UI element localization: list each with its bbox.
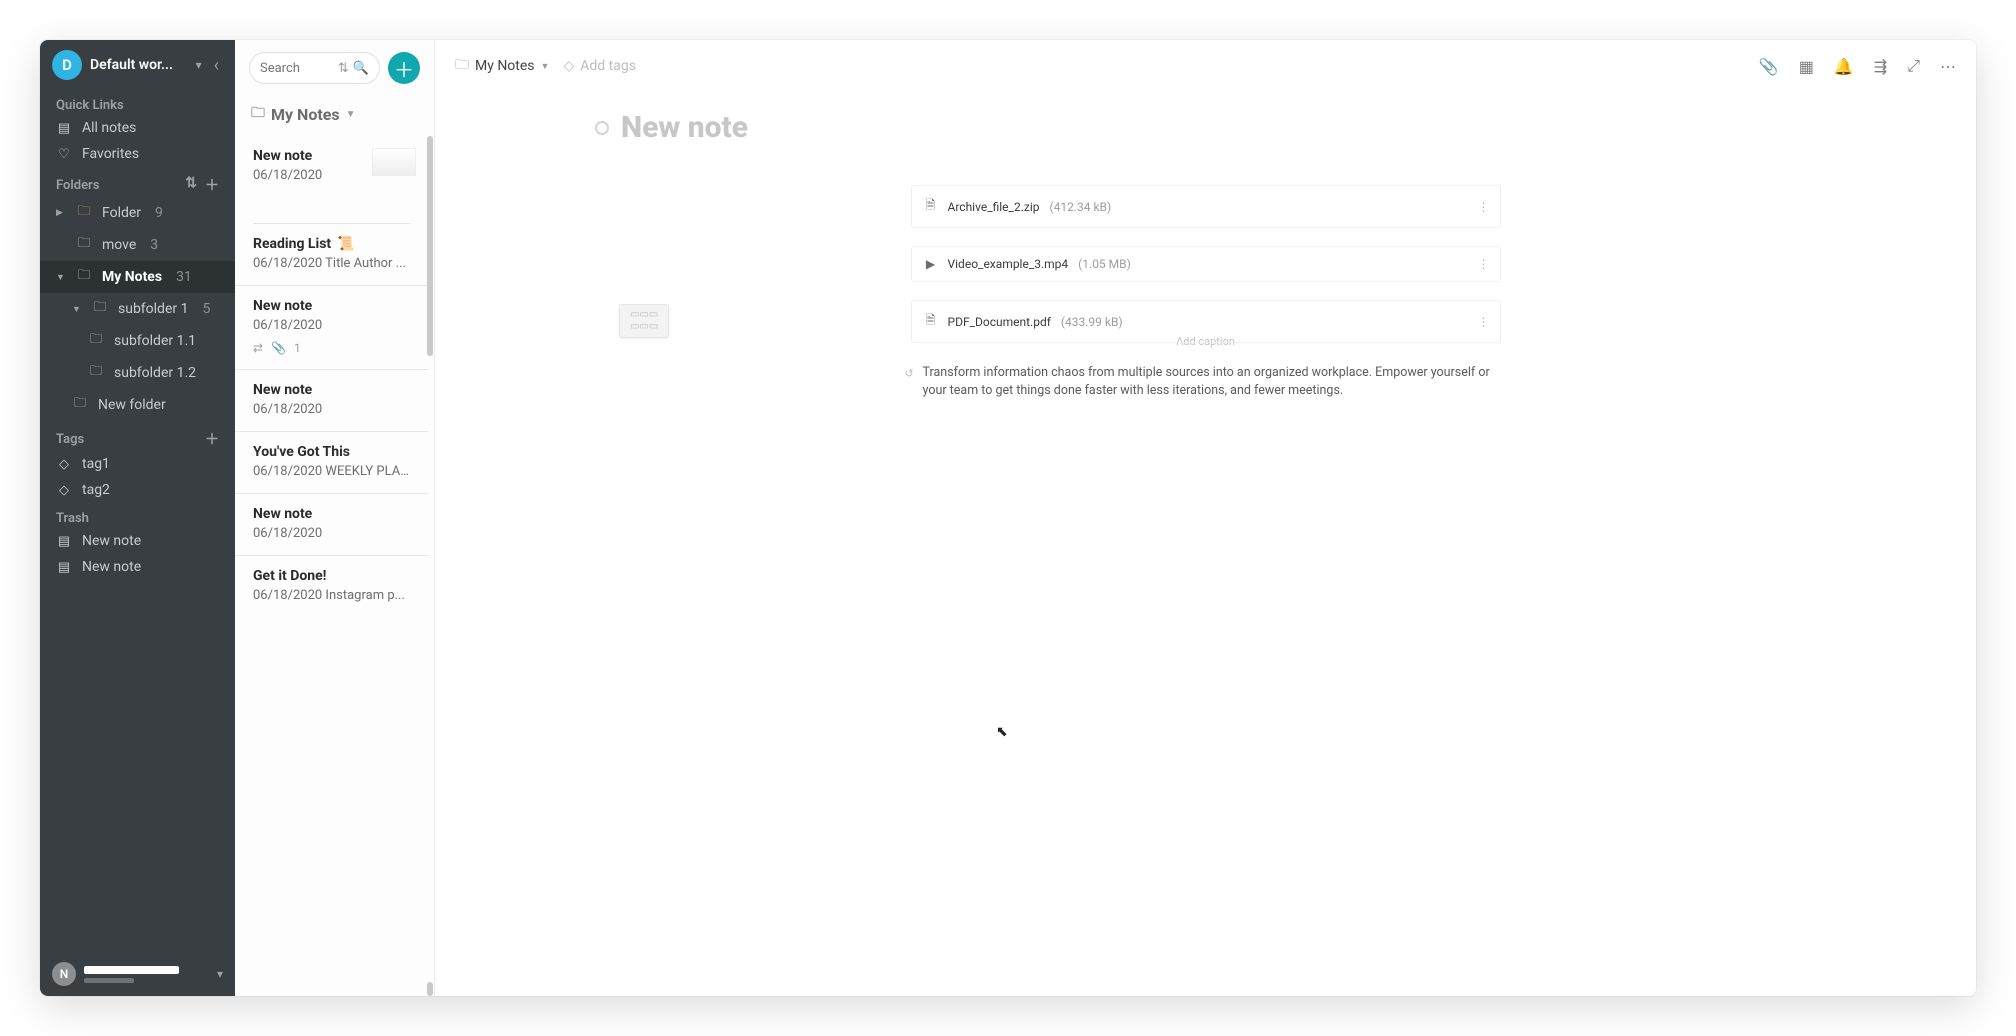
- folder-item-move[interactable]: 🗀 move 3: [40, 229, 235, 261]
- folder-icon: 🗀: [455, 54, 469, 78]
- editor-panel: 🗀 My Notes ▼ ◇ Add tags 📎 ▦ 🔔 ⇶ ⤢ ⋯ New …: [435, 40, 1976, 996]
- note-icon: ▤: [56, 560, 72, 575]
- sidebar-collapse-icon[interactable]: ‹: [210, 55, 223, 76]
- share-icon[interactable]: ⇶: [1874, 57, 1887, 76]
- folder-item-newfolder[interactable]: 🗀 New folder: [40, 389, 235, 421]
- attachment-menu-icon[interactable]: ⋮: [1478, 315, 1490, 329]
- note-card[interactable]: Reading List 📜 06/18/2020 Title Author .…: [235, 224, 428, 286]
- paperclip-icon[interactable]: 📎: [1759, 57, 1779, 76]
- notelist-scrollbar[interactable]: [427, 136, 433, 356]
- folder-icon: 🗀: [76, 202, 92, 224]
- more-icon[interactable]: ⋯: [1940, 57, 1956, 76]
- tag-icon: ◇: [56, 483, 72, 498]
- file-icon: 🗎: [924, 311, 938, 332]
- sidebar-all-notes[interactable]: ▤ All notes: [40, 115, 235, 141]
- app-window: D Default wor... ▾ ‹ Quick Links ▤ All n…: [40, 40, 1976, 996]
- heart-icon: ♡: [56, 147, 72, 162]
- tag-item-1[interactable]: ◇ tag1: [40, 451, 235, 477]
- note-card[interactable]: New note 06/18/2020: [235, 370, 428, 432]
- floating-toolbar[interactable]: ▭▭▭▭▭▭: [619, 304, 669, 338]
- share-icon: ⇄: [253, 341, 263, 355]
- note-card[interactable]: New note 06/18/2020: [235, 494, 428, 556]
- editor-body[interactable]: New note 🗎 Archive_file_2.zip (412.34 kB…: [435, 92, 1976, 996]
- workspace-name[interactable]: Default wor...: [90, 57, 188, 73]
- folder-item-folder[interactable]: ▶ 🗀 Folder 9: [40, 197, 235, 229]
- folder-icon: 🗀: [76, 234, 92, 256]
- attachment-menu-icon[interactable]: ⋮: [1478, 257, 1490, 271]
- note-card[interactable]: You've Got This 06/18/2020 WEEKLY PLA...: [235, 432, 428, 494]
- folder-item-subfolder12[interactable]: 🗀 subfolder 1.2: [40, 357, 235, 389]
- attachment-menu-icon[interactable]: ⋮: [1478, 200, 1490, 214]
- section-quick-links: Quick Links: [40, 90, 235, 115]
- trash-item-1[interactable]: ▤ New note: [40, 528, 235, 554]
- expand-icon[interactable]: ⤢: [1907, 56, 1920, 76]
- folder-item-my-notes[interactable]: ▼ 🗀 My Notes 31: [40, 261, 235, 293]
- section-folders: Folders ⇅ ＋: [40, 167, 235, 197]
- attachment-row[interactable]: 🗎 PDF_Document.pdf (433.99 kB) ⋮: [911, 300, 1501, 343]
- filter-icon[interactable]: ⇅: [338, 61, 349, 76]
- folder-icon: 🗀: [92, 298, 108, 320]
- note-card[interactable]: Get it Done! 06/18/2020 Instagram p...: [235, 556, 428, 617]
- notelist-crumb[interactable]: 🗀 My Notes ▼: [235, 96, 434, 136]
- workspace-chevron-icon[interactable]: ▾: [196, 58, 202, 72]
- expand-icon[interactable]: ▶: [56, 208, 66, 218]
- search-icon[interactable]: 🔍: [353, 61, 369, 76]
- note-thumb: [372, 148, 416, 176]
- video-icon: ▶: [924, 257, 938, 271]
- folder-icon: 🗀: [76, 266, 92, 288]
- chevron-down-icon[interactable]: ▼: [346, 109, 356, 120]
- tag-item-2[interactable]: ◇ tag2: [40, 477, 235, 503]
- collapse-icon[interactable]: ▼: [56, 272, 66, 283]
- user-chevron-icon[interactable]: ▾: [217, 967, 223, 981]
- search-input[interactable]: ⇅ 🔍: [249, 52, 380, 84]
- folder-icon: 🗀: [251, 102, 265, 126]
- note-card[interactable]: New note 06/18/2020: [235, 136, 428, 223]
- paperclip-icon: 📎: [271, 341, 286, 355]
- chevron-down-icon[interactable]: ▼: [541, 61, 550, 72]
- note-title[interactable]: New note: [621, 110, 748, 145]
- bell-icon[interactable]: 🔔: [1834, 57, 1854, 76]
- editor-toolbar: 🗀 My Notes ▼ ◇ Add tags 📎 ▦ 🔔 ⇶ ⤢ ⋯: [435, 40, 1976, 92]
- folder-icon: 🗀: [88, 330, 104, 352]
- note-icon: ▤: [56, 121, 72, 136]
- file-icon: 🗎: [924, 196, 938, 217]
- emoji-icon: 📜: [337, 236, 354, 252]
- folder-icon: 🗀: [88, 362, 104, 384]
- folder-item-subfolder11[interactable]: 🗀 subfolder 1.1: [40, 325, 235, 357]
- section-tags: Tags ＋: [40, 421, 235, 451]
- tag-icon: ◇: [56, 457, 72, 472]
- editor-crumb[interactable]: 🗀 My Notes ▼: [455, 54, 549, 78]
- collapse-icon[interactable]: ▼: [72, 304, 82, 315]
- trash-item-2[interactable]: ▤ New note: [40, 554, 235, 580]
- grid-icon[interactable]: ▦: [1799, 57, 1814, 76]
- attachment-row[interactable]: 🗎 Archive_file_2.zip (412.34 kB) ⋮: [911, 185, 1501, 228]
- folders-add-icon[interactable]: ＋: [205, 175, 219, 195]
- note-icon: ▤: [56, 534, 72, 549]
- attachment-row[interactable]: ▶ Video_example_3.mp4 (1.05 MB) ⋮: [911, 246, 1501, 282]
- add-tags[interactable]: ◇ Add tags: [563, 58, 635, 74]
- folders-sort-icon[interactable]: ⇅: [185, 175, 197, 195]
- notelist-panel: ⇅ 🔍 ＋ 🗀 My Notes ▼ New note 06/18/2020 R…: [235, 40, 435, 996]
- folder-icon: 🗀: [72, 394, 88, 416]
- folder-item-subfolder1[interactable]: ▼ 🗀 subfolder 1 5: [40, 293, 235, 325]
- paragraph[interactable]: Transform information chaos from multipl…: [911, 364, 1501, 400]
- section-trash: Trash: [40, 503, 235, 528]
- sidebar-favorites[interactable]: ♡ Favorites: [40, 141, 235, 167]
- tag-icon: ◇: [563, 58, 574, 74]
- notelist-scrollbar-bottom[interactable]: [427, 982, 433, 996]
- sidebar-footer[interactable]: N ▾: [40, 952, 235, 996]
- new-note-button[interactable]: ＋: [388, 52, 420, 84]
- user-redacted: [84, 966, 209, 983]
- sidebar: D Default wor... ▾ ‹ Quick Links ▤ All n…: [40, 40, 235, 996]
- title-status-icon[interactable]: [595, 121, 609, 135]
- note-card[interactable]: New note 06/18/2020 ⇄ 📎 1: [235, 286, 428, 370]
- workspace-avatar[interactable]: D: [52, 50, 82, 80]
- tags-add-icon[interactable]: ＋: [205, 429, 219, 449]
- user-avatar: N: [52, 962, 76, 986]
